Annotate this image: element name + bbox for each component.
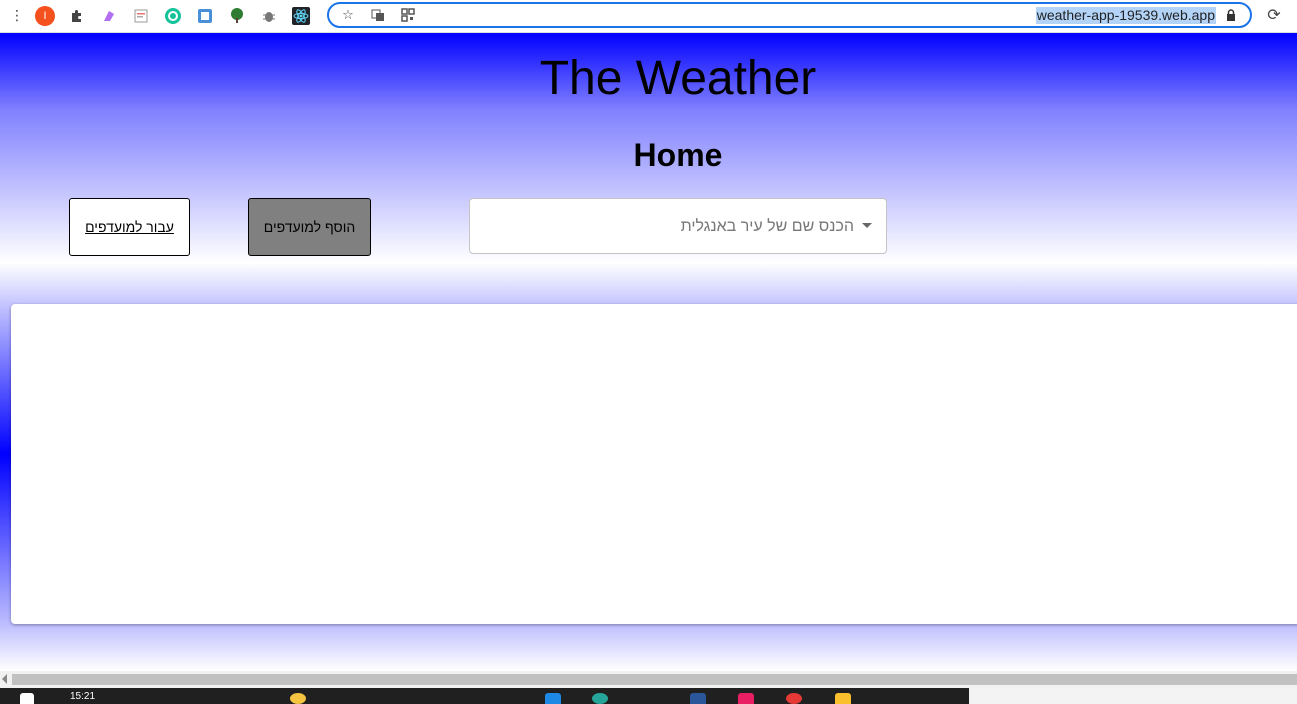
page-subtitle: Home bbox=[633, 137, 723, 173]
star-icon[interactable]: ☆ bbox=[337, 5, 359, 25]
browser-toolbar: ⋮ I ☆ weather-app-19539.web.app ⟳ bbox=[0, 0, 1297, 33]
scrollbar-thumb[interactable] bbox=[12, 674, 1297, 685]
weather-app-page: The Weather Home עבור למועדפים הוסף למוע… bbox=[0, 33, 1297, 671]
taskbar-clock: 15:21 bbox=[70, 691, 96, 702]
edge-icon[interactable] bbox=[592, 693, 608, 704]
city-search-field[interactable] bbox=[469, 198, 887, 255]
page-title: The Weather bbox=[539, 52, 817, 105]
react-icon[interactable] bbox=[290, 5, 312, 27]
tree-icon[interactable] bbox=[226, 5, 248, 27]
dropdown-arrow-icon[interactable] bbox=[862, 223, 872, 228]
url-text[interactable]: weather-app-19539.web.app bbox=[1035, 7, 1216, 24]
paint-icon[interactable] bbox=[98, 5, 120, 27]
reload-icon[interactable]: ⟳ bbox=[1264, 5, 1284, 25]
chrome-icon[interactable] bbox=[786, 693, 802, 704]
scroll-left-icon[interactable] bbox=[2, 674, 7, 684]
qr-code-icon[interactable] bbox=[397, 5, 419, 25]
vscode-icon[interactable] bbox=[545, 693, 561, 704]
puzzle-icon[interactable] bbox=[66, 5, 88, 27]
app-icon[interactable] bbox=[738, 693, 754, 704]
add-to-favorites-button[interactable]: הוסף למועדפים bbox=[248, 198, 371, 256]
weather-widget-icon[interactable] bbox=[290, 693, 306, 704]
profile-icon[interactable]: I bbox=[34, 5, 56, 27]
taskbar-search-box[interactable] bbox=[969, 688, 1297, 704]
notes-icon[interactable] bbox=[130, 5, 152, 27]
go-to-favorites-button[interactable]: עבור למועדפים bbox=[69, 198, 190, 256]
folder-icon[interactable] bbox=[835, 693, 851, 704]
city-search-input[interactable] bbox=[482, 199, 856, 255]
translate-icon[interactable] bbox=[367, 5, 389, 25]
windows-taskbar: 15:21 bbox=[0, 688, 1297, 704]
horizontal-scrollbar[interactable] bbox=[0, 671, 1297, 688]
weather-card bbox=[11, 304, 1297, 624]
ruler-icon[interactable] bbox=[194, 5, 216, 27]
grammarly-icon[interactable] bbox=[162, 5, 184, 27]
kebab-menu-icon[interactable]: ⋮ bbox=[10, 8, 24, 24]
start-icon[interactable] bbox=[20, 693, 34, 704]
bug-icon[interactable] bbox=[258, 5, 280, 27]
lock-icon[interactable] bbox=[1224, 7, 1238, 23]
address-bar[interactable]: ☆ weather-app-19539.web.app bbox=[327, 2, 1252, 28]
word-icon[interactable] bbox=[690, 693, 706, 704]
